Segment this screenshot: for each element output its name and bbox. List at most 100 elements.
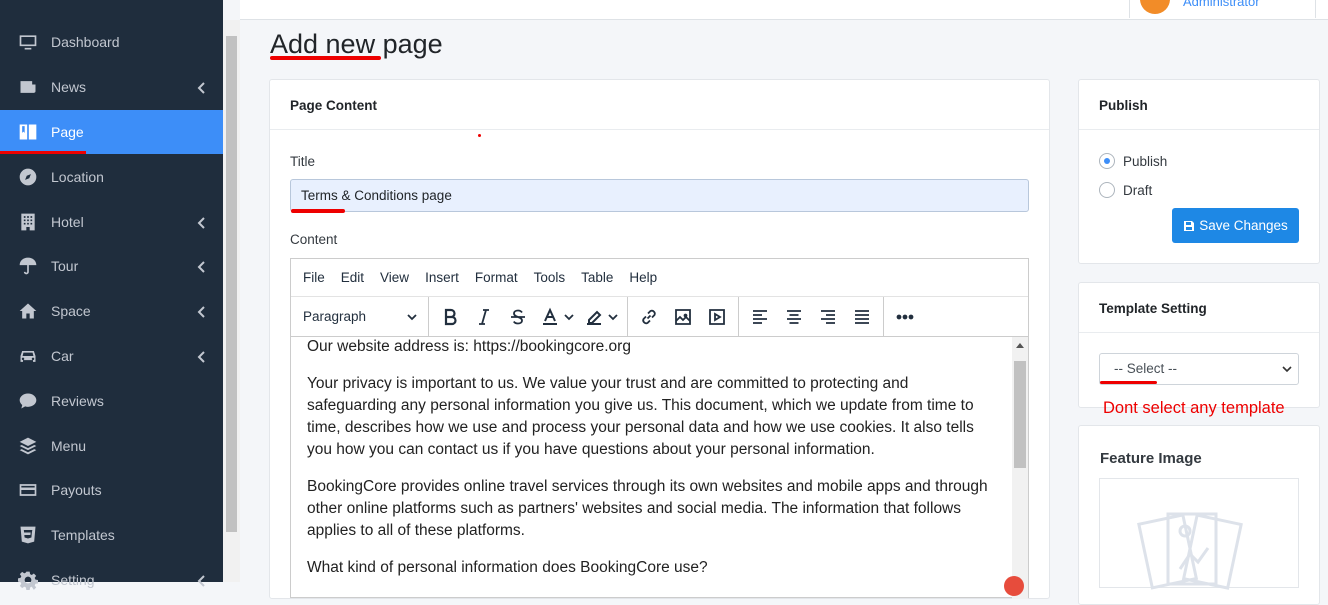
sidebar-scrollbar[interactable]	[223, 20, 240, 582]
umbrella-icon	[0, 256, 51, 276]
compass-icon	[0, 167, 51, 187]
more-icon[interactable]	[888, 300, 922, 334]
radio-label: Publish	[1123, 153, 1168, 169]
card-header: Template Setting	[1079, 283, 1319, 333]
avatar	[1140, 0, 1170, 14]
sidebar-item-space[interactable]: Space	[0, 289, 223, 334]
highlight-color-icon[interactable]	[579, 300, 623, 334]
sidebar-item-dashboard[interactable]: Dashboard	[0, 20, 223, 65]
scroll-up-icon[interactable]	[1016, 343, 1024, 348]
sidebar-item-payouts[interactable]: Payouts	[0, 468, 223, 513]
layers-icon	[0, 436, 51, 456]
sidebar-item-label: Payouts	[51, 482, 102, 499]
sidebar-item-label: Hotel	[51, 213, 84, 230]
feature-image-upload[interactable]	[1099, 478, 1299, 590]
sidebar-item-reviews[interactable]: Reviews	[0, 378, 223, 423]
editor-toolbar: Paragraph	[291, 296, 1028, 337]
comment-icon	[0, 391, 51, 411]
align-center-icon[interactable]	[777, 300, 811, 334]
sidebar-item-label: Car	[51, 347, 74, 364]
insert-group	[628, 296, 739, 337]
sidebar-item-tour[interactable]: Tour	[0, 244, 223, 289]
menu-help[interactable]: Help	[621, 270, 665, 285]
credit-card-icon	[0, 480, 51, 500]
editor-scrollbar[interactable]	[1012, 337, 1028, 599]
radio-label: Draft	[1123, 182, 1153, 198]
user-menu[interactable]: Administrator	[1129, 0, 1316, 18]
paragraph: Our website address is: https://bookingc…	[307, 338, 631, 355]
brand-logo	[0, 0, 223, 20]
radio-checked-icon[interactable]	[1099, 153, 1115, 169]
chevron-left-icon	[197, 216, 205, 229]
block-format-value: Paragraph	[303, 309, 367, 324]
menu-insert[interactable]: Insert	[417, 270, 467, 285]
menu-format[interactable]: Format	[467, 270, 526, 285]
feature-image-title: Feature Image	[1100, 450, 1202, 467]
paragraph: Your privacy is important to us. We valu…	[307, 375, 974, 458]
text-style-group	[429, 296, 628, 337]
card-header: Publish	[1079, 80, 1319, 130]
notification-badge[interactable]	[1004, 576, 1024, 596]
car-icon	[0, 346, 51, 366]
menu-view[interactable]: View	[372, 270, 417, 285]
align-justify-icon[interactable]	[845, 300, 879, 334]
sidebar-item-page[interactable]: Page	[0, 109, 223, 155]
book-icon	[0, 122, 51, 142]
sidebar-item-label: Setting	[51, 571, 95, 588]
align-left-icon[interactable]	[743, 300, 777, 334]
sidebar-item-car[interactable]: Car	[0, 334, 223, 379]
user-role: Administrator	[1183, 0, 1260, 9]
annotation-dot	[478, 134, 481, 137]
annotation-note: Dont select any template	[1103, 399, 1285, 417]
image-placeholder-icon	[1137, 512, 1243, 590]
alignment-group	[739, 296, 884, 337]
sidebar: Dashboard News Page Location Hotel Tour …	[0, 0, 223, 590]
scrollbar-thumb[interactable]	[1014, 361, 1026, 468]
title-label: Title	[290, 154, 316, 169]
building-icon	[0, 212, 51, 232]
menu-tools[interactable]: Tools	[526, 270, 574, 285]
paragraph: BookingCore provides online travel servi…	[307, 478, 988, 539]
sidebar-item-label: Tour	[51, 258, 79, 275]
chevron-left-icon	[197, 81, 205, 94]
sidebar-item-news[interactable]: News	[0, 65, 223, 110]
sidebar-item-label: Reviews	[51, 392, 104, 409]
link-icon[interactable]	[632, 300, 666, 334]
media-icon[interactable]	[700, 300, 734, 334]
sidebar-item-location[interactable]: Location	[0, 154, 223, 199]
menu-edit[interactable]: Edit	[333, 270, 372, 285]
template-select-value: -- Select --	[1114, 361, 1178, 376]
chevron-left-icon	[197, 574, 205, 587]
block-format-select[interactable]: Paragraph	[291, 296, 429, 337]
annotation-underline	[270, 56, 381, 60]
sidebar-item-templates[interactable]: Templates	[0, 513, 223, 558]
annotation-underline	[291, 209, 345, 213]
sidebar-item-hotel[interactable]: Hotel	[0, 199, 223, 244]
menu-table[interactable]: Table	[573, 270, 621, 285]
scrollbar-thumb[interactable]	[226, 36, 237, 532]
align-right-icon[interactable]	[811, 300, 845, 334]
italic-icon[interactable]	[467, 300, 501, 334]
sidebar-item-label: Space	[51, 303, 91, 320]
editor-menubar: File Edit View Insert Format Tools Table…	[291, 259, 1028, 297]
image-icon[interactable]	[666, 300, 700, 334]
strikethrough-icon[interactable]	[501, 300, 535, 334]
bold-icon[interactable]	[433, 300, 467, 334]
sidebar-item-label: Location	[51, 168, 104, 185]
sidebar-item-setting[interactable]: Setting	[0, 558, 223, 603]
radio-publish[interactable]: Publish	[1099, 153, 1167, 169]
sidebar-item-menu[interactable]: Menu	[0, 423, 223, 468]
text-color-icon[interactable]	[535, 300, 579, 334]
paragraph: What kind of personal information does B…	[307, 559, 708, 576]
menu-file[interactable]: File	[295, 270, 333, 285]
radio-unchecked-icon[interactable]	[1099, 182, 1115, 198]
content-label: Content	[290, 232, 338, 247]
chevron-down-icon	[1282, 366, 1292, 373]
radio-draft[interactable]: Draft	[1099, 182, 1152, 198]
chevron-left-icon	[197, 305, 205, 318]
save-button-label: Save Changes	[1199, 218, 1288, 233]
title-input[interactable]: Terms & Conditions page	[290, 179, 1029, 212]
save-changes-button[interactable]: Save Changes	[1172, 208, 1299, 243]
editor-content[interactable]: Our website address is: https://bookingc…	[291, 337, 1012, 599]
annotation-underline	[1100, 381, 1157, 384]
